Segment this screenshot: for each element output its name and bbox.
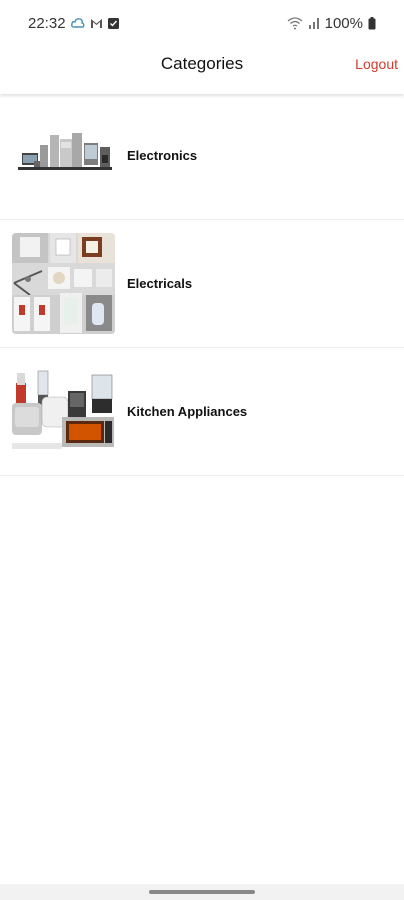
signal-icon bbox=[308, 17, 320, 29]
app-header: Categories Logout bbox=[0, 46, 404, 94]
category-list: Electronics Electricals Kitchen Applianc… bbox=[0, 92, 404, 476]
category-label: Electronics bbox=[127, 148, 198, 163]
status-right: 100% bbox=[287, 15, 376, 32]
category-item-kitchen-appliances[interactable]: Kitchen Appliances bbox=[0, 348, 404, 476]
status-time: 22:32 bbox=[28, 14, 66, 32]
category-label: Electricals bbox=[127, 276, 193, 291]
navigation-bar bbox=[0, 884, 404, 900]
status-left: 22:32 bbox=[28, 15, 119, 32]
battery-percent: 100% bbox=[324, 14, 363, 32]
electronics-thumbnail bbox=[12, 105, 115, 206]
gmail-icon bbox=[90, 18, 103, 29]
category-item-electricals[interactable]: Electricals bbox=[0, 220, 404, 348]
home-gesture-bar[interactable] bbox=[149, 890, 255, 894]
cloud-sync-icon bbox=[70, 17, 85, 29]
logout-button[interactable]: Logout bbox=[349, 46, 398, 82]
status-bar: 22:32 100% bbox=[0, 0, 404, 46]
electricals-thumbnail bbox=[12, 233, 115, 334]
kitchen-appliances-thumbnail bbox=[12, 361, 115, 462]
category-item-electronics[interactable]: Electronics bbox=[0, 92, 404, 220]
page-title: Categories bbox=[160, 54, 244, 73]
category-label: Kitchen Appliances bbox=[127, 404, 248, 419]
wifi-icon bbox=[287, 16, 303, 30]
battery-icon bbox=[368, 16, 376, 30]
notification-check-icon bbox=[107, 17, 119, 29]
